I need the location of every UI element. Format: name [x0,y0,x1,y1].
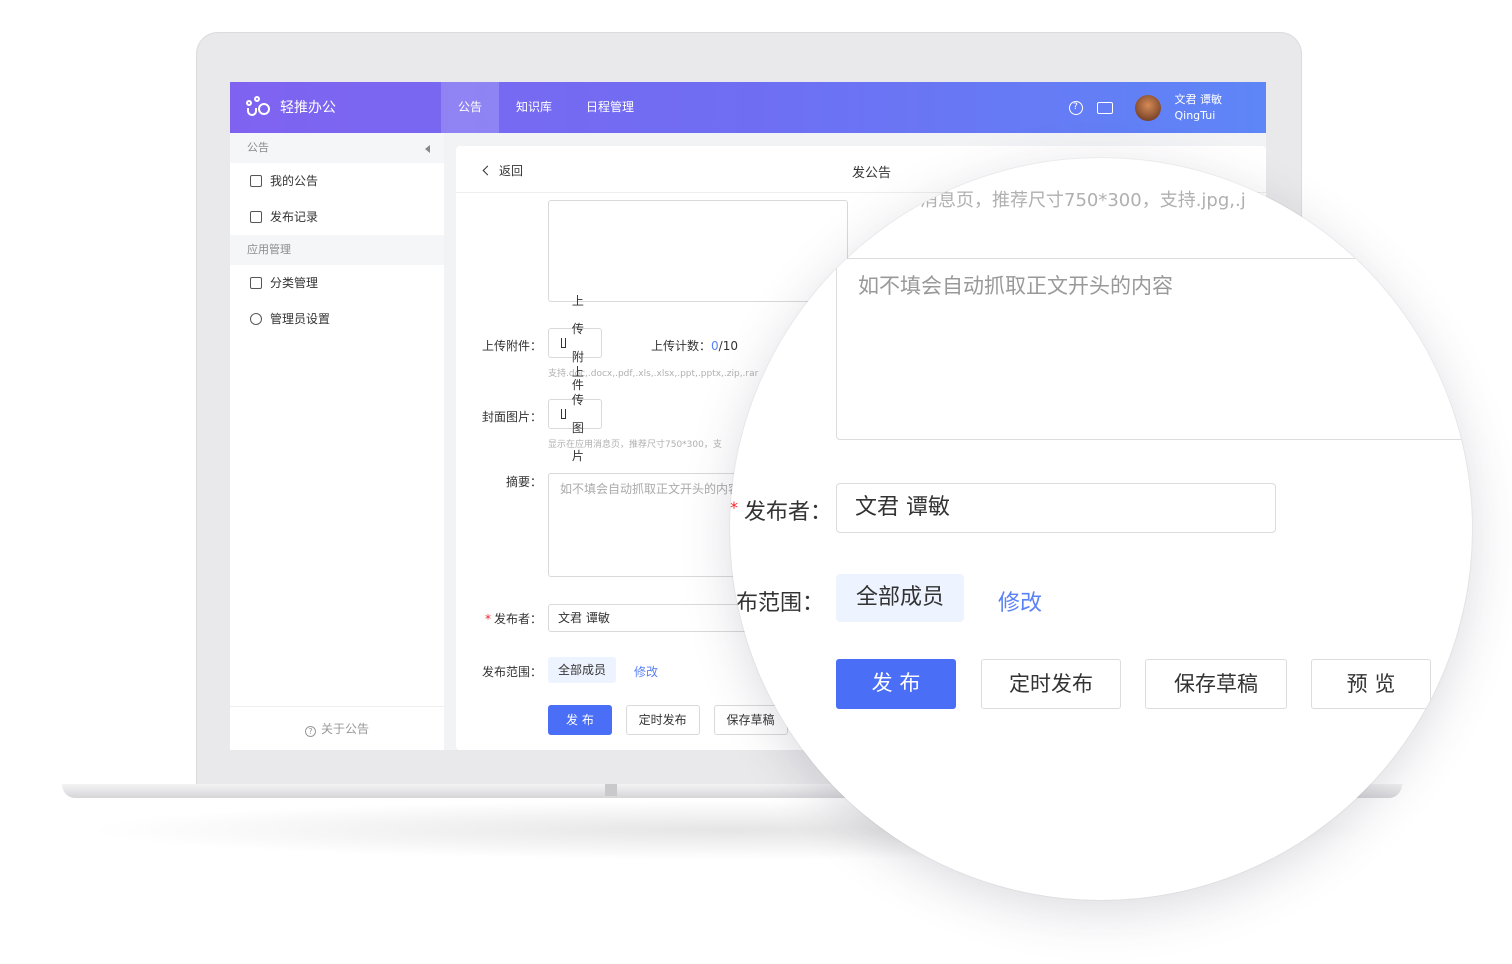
sidebar-item-my-announcements[interactable]: 我的公告 [230,163,444,199]
sidebar-item-label: 分类管理 [270,276,319,290]
sidebar-group-label: 公告 [247,141,269,154]
summary-label: 摘要： [505,475,542,489]
nav-tab-knowledge-base[interactable]: 知识库 [499,82,569,133]
zoom-schedule-button[interactable]: 定时发布 [981,659,1121,709]
nav-tab-schedule[interactable]: 日程管理 [569,82,651,133]
zoom-cover-hint: 消息页，推荐尺寸750*300，支持.jpg,.j [920,190,1246,211]
sidebar-item-label: 管理员设置 [270,312,331,326]
sidebar-item-publish-records[interactable]: 发布记录 [230,199,444,235]
upload-icon [561,409,566,419]
zoom-preview-button[interactable]: 预 览 [1311,659,1431,709]
help-icon[interactable]: ? [1068,101,1083,115]
sidebar-group-label: 应用管理 [247,243,291,256]
list-icon [250,277,262,289]
attachment-label: 上传附件： [481,339,542,353]
action-buttons: 发 布 定时发布 保存草稿 [548,705,788,735]
summary-placeholder: 如不填会自动抓取正文开头的内容 [560,482,741,496]
attachment-count-max: /10 [718,339,738,353]
zoom-publisher-input[interactable]: 文君 谭敏 [836,483,1276,533]
chevron-left-icon [482,165,493,176]
zoom-save-draft-button[interactable]: 保存草稿 [1145,659,1287,709]
publisher-value: 文君 谭敏 [558,611,610,625]
zoom-publisher-label-wrap: * 发布者： [730,494,832,526]
publish-button[interactable]: 发 布 [548,705,612,735]
schedule-publish-button[interactable]: 定时发布 [625,705,700,735]
required-asterisk: * [484,612,491,626]
nav-tab-announcements[interactable]: 公告 [441,82,500,133]
upload-attachment-button[interactable]: 上传附件 [548,294,603,392]
header-actions: ? 文君 谭敏 QingTui [1068,92,1223,124]
zoom-scope-label: 布范围： [736,591,825,616]
required-asterisk: * [730,498,738,517]
sidebar-group-announcements[interactable]: 公告 [230,133,444,163]
cover-label: 封面图片： [481,410,542,424]
user-org: QingTui [1174,109,1216,122]
scope-tag: 全部成员 [548,657,617,683]
document-icon [250,211,262,223]
help-icon: ? [304,726,316,737]
main-nav: 公告 知识库 日程管理 [441,82,651,133]
zoom-publisher-label: 发布者： [744,500,833,525]
brand-logo-icon [246,96,274,118]
sidebar-footer-about[interactable]: ? 关于公告 [230,706,444,750]
page-title: 发公告 [852,166,892,181]
user-icon [250,313,262,325]
scope-edit-link[interactable]: 修改 [634,663,658,680]
attachment-count-value: 0 [711,339,719,353]
upload-cover-button[interactable]: 上传图片 [548,365,603,463]
avatar[interactable] [1134,95,1161,121]
zoom-scope-tag: 全部成员 [836,574,964,622]
user-name: 文君 谭敏 [1174,93,1223,106]
monitor-icon[interactable] [1096,102,1113,114]
sidebar-item-admin-settings[interactable]: 管理员设置 [230,301,444,337]
upload-cover-label: 上传图片 [571,365,584,463]
zoom-scope-edit-link[interactable]: 修改 [998,585,1042,617]
cover-hint: 显示在应用消息页，推荐尺寸750*300，支 [548,440,722,450]
collapse-caret-icon[interactable] [425,145,430,153]
about-label: 关于公告 [320,722,369,736]
body-editor[interactable] [548,200,848,302]
back-label: 返回 [499,164,524,178]
publisher-label-wrap: * 发布者： [456,610,542,627]
zoom-publisher-value: 文君 谭敏 [855,495,950,520]
sidebar-item-label: 发布记录 [270,210,319,224]
zoom-publish-button[interactable]: 发 布 [836,659,956,709]
brand-name: 轻推办公 [280,100,336,116]
sidebar-group-app-management: 应用管理 [230,235,444,265]
sidebar-item-categories[interactable]: 分类管理 [230,265,444,301]
zoom-summary-placeholder: 如不填会自动抓取正文开头的内容 [858,274,1173,298]
magnifier-zoom: 消息页，推荐尺寸750*300，支持.jpg,.j 如不填会自动抓取正文开头的内… [730,158,1472,900]
top-navigation-bar: 轻推办公 公告 知识库 日程管理 ? 文君 谭敏 QingTui [230,82,1266,133]
laptop-notch [605,784,617,796]
briefcase-icon [250,175,262,187]
user-info[interactable]: 文君 谭敏 QingTui [1175,92,1223,124]
sidebar-item-label: 我的公告 [270,174,319,188]
upload-icon [561,338,566,348]
back-button[interactable]: 返回 [482,162,524,179]
attachment-count: 上传计数：0/10 [651,337,738,354]
brand[interactable]: 轻推办公 [246,96,336,118]
scope-label: 发布范围： [481,665,542,679]
sidebar: 公告 我的公告 发布记录 应用管理 分类管理 管理员设置 ? 关于公告 [230,133,444,750]
publisher-label: 发布者： [493,612,542,626]
attachment-count-label: 上传计数： [651,339,712,353]
